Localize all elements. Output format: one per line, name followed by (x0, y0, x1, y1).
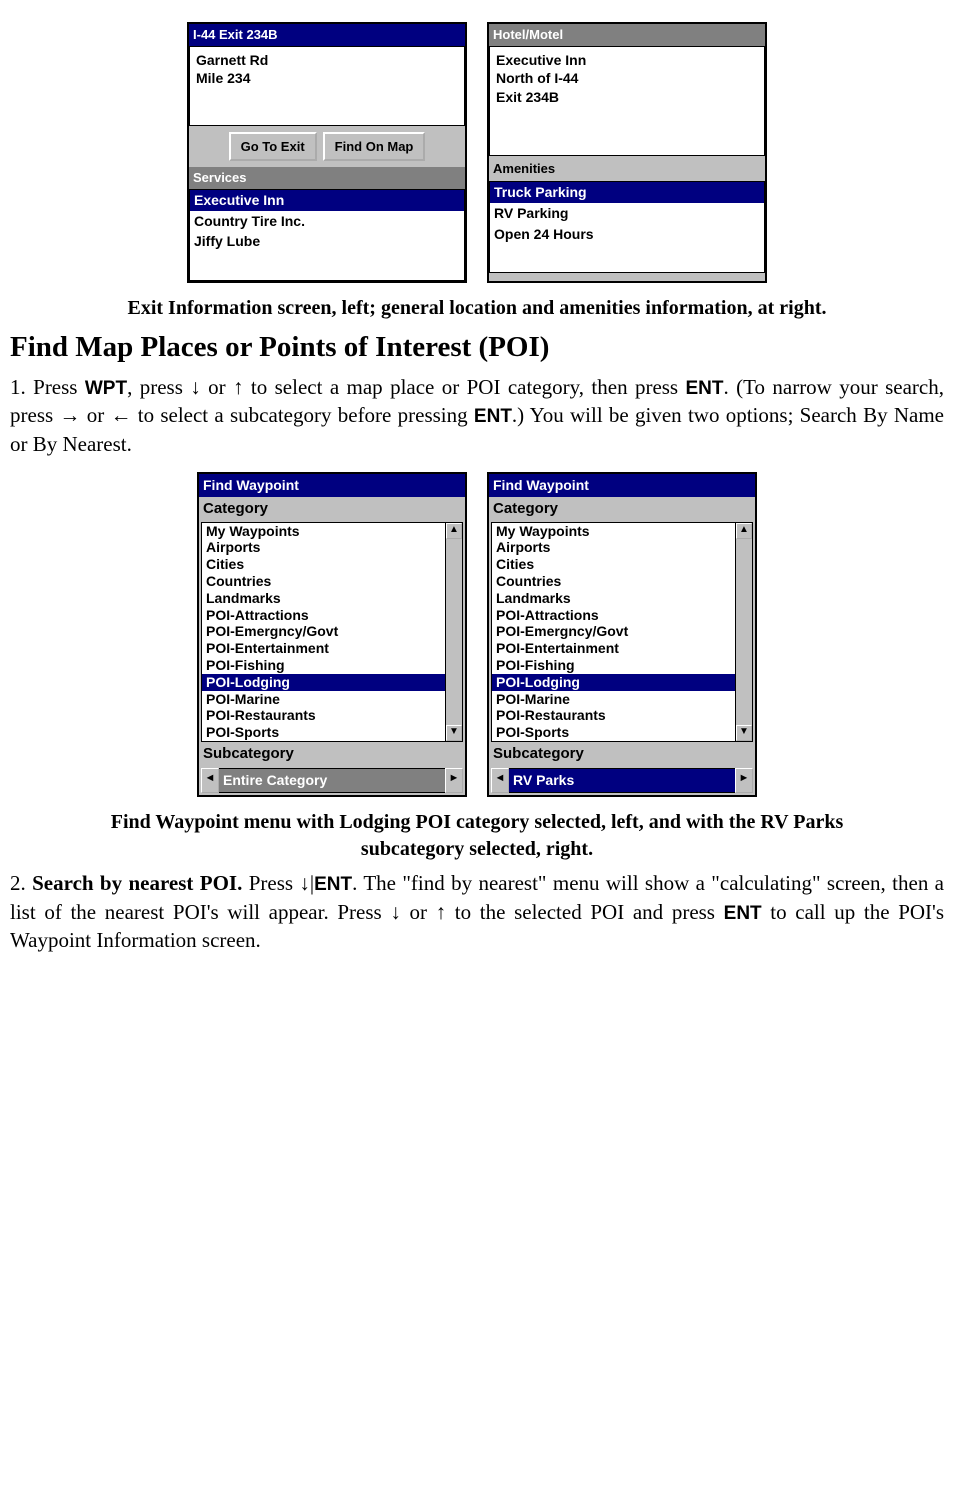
category-item[interactable]: My Waypoints (202, 523, 445, 540)
find-waypoint-screenshots: Find Waypoint Category My WaypointsAirpo… (10, 472, 944, 797)
section-heading: Find Map Places or Points of Interest (P… (10, 328, 944, 367)
key-ent: ENT (314, 874, 352, 895)
list-item[interactable]: Open 24 Hours (490, 224, 764, 245)
category-list[interactable]: My WaypointsAirportsCitiesCountriesLandm… (201, 522, 463, 742)
bold-phrase: Search by nearest POI. (32, 871, 242, 895)
category-item[interactable]: POI-Sports (202, 724, 445, 741)
hotel-info-box: Executive Inn North of I-44 Exit 234B (489, 46, 765, 156)
arrow-right-icon[interactable]: ► (735, 768, 753, 793)
category-label: Category (489, 497, 755, 521)
subcategory-selector[interactable]: ◄ RV Parks ► (491, 768, 753, 793)
scroll-up-icon[interactable]: ▲ (736, 523, 752, 539)
key-ent: ENT (724, 903, 762, 924)
services-list[interactable]: Executive Inn Country Tire Inc. Jiffy Lu… (189, 189, 465, 281)
panel-title: Find Waypoint (489, 474, 755, 497)
scroll-down-icon[interactable]: ▼ (736, 725, 752, 741)
category-item[interactable]: POI-Marine (202, 691, 445, 708)
category-item[interactable]: POI-Fishing (202, 657, 445, 674)
category-list[interactable]: My WaypointsAirportsCitiesCountriesLandm… (491, 522, 753, 742)
panel-title: I-44 Exit 234B (189, 24, 465, 46)
scroll-up-icon[interactable]: ▲ (446, 523, 462, 539)
button-row: Go To Exit Find On Map (189, 126, 465, 168)
category-item[interactable]: POI-Restaurants (492, 707, 735, 724)
scrollbar[interactable]: ▲ ▼ (445, 523, 462, 741)
list-item[interactable]: Truck Parking (490, 182, 764, 203)
key-wpt: WPT (85, 378, 127, 399)
key-ent: ENT (686, 378, 724, 399)
find-waypoint-right-panel: Find Waypoint Category My WaypointsAirpo… (487, 472, 757, 797)
category-items: My WaypointsAirportsCitiesCountriesLandm… (202, 523, 445, 741)
category-item[interactable]: Landmarks (492, 590, 735, 607)
category-item[interactable]: Airports (202, 539, 445, 556)
panel-title: Find Waypoint (199, 474, 465, 497)
find-waypoint-left-panel: Find Waypoint Category My WaypointsAirpo… (197, 472, 467, 797)
amenities-list[interactable]: Truck Parking RV Parking Open 24 Hours (489, 181, 765, 273)
category-item[interactable]: Cities (492, 556, 735, 573)
arrow-right-icon[interactable]: ► (445, 768, 463, 793)
category-item[interactable]: POI-Restaurants (202, 707, 445, 724)
category-item[interactable]: Airports (492, 539, 735, 556)
info-line: Mile 234 (196, 69, 458, 88)
subcategory-value: Entire Category (219, 768, 445, 793)
amenities-header: Amenities (489, 156, 765, 182)
go-to-exit-button[interactable]: Go To Exit (229, 132, 317, 162)
list-item[interactable]: Country Tire Inc. (190, 211, 464, 232)
category-item[interactable]: POI-Lodging (202, 674, 445, 691)
category-item[interactable]: POI-Entertainment (492, 640, 735, 657)
paragraph-2: 2. Search by nearest POI. Press ↓|ENT. T… (10, 869, 944, 955)
list-item[interactable]: RV Parking (490, 203, 764, 224)
exit-info-box: Garnett Rd Mile 234 (189, 46, 465, 126)
scrollbar[interactable]: ▲ ▼ (735, 523, 752, 741)
category-label: Category (199, 497, 465, 521)
category-item[interactable]: POI-Fishing (492, 657, 735, 674)
scroll-down-icon[interactable]: ▼ (446, 725, 462, 741)
category-item[interactable]: POI-Emergncy/Govt (492, 623, 735, 640)
subcategory-value: RV Parks (509, 768, 735, 793)
category-item[interactable]: POI-Entertainment (202, 640, 445, 657)
category-item[interactable]: Cities (202, 556, 445, 573)
category-item[interactable]: POI-Attractions (202, 607, 445, 624)
panel-title: Hotel/Motel (489, 24, 765, 46)
services-header: Services (189, 167, 465, 189)
category-item[interactable]: POI-Attractions (492, 607, 735, 624)
key-ent: ENT (474, 406, 512, 427)
category-item[interactable]: My Waypoints (492, 523, 735, 540)
arrow-left-icon[interactable]: ◄ (491, 768, 509, 793)
category-item[interactable]: Landmarks (202, 590, 445, 607)
category-item[interactable]: Countries (492, 573, 735, 590)
info-line: Executive Inn (496, 51, 758, 70)
category-item[interactable]: POI-Marine (492, 691, 735, 708)
caption-2: Find Waypoint menu with Lodging POI cate… (70, 809, 884, 863)
hotel-motel-panel: Hotel/Motel Executive Inn North of I-44 … (487, 22, 767, 283)
category-item[interactable]: Countries (202, 573, 445, 590)
info-line: Exit 234B (496, 88, 758, 107)
exit-info-left-panel: I-44 Exit 234B Garnett Rd Mile 234 Go To… (187, 22, 467, 283)
arrow-left-icon[interactable]: ◄ (201, 768, 219, 793)
subcategory-selector[interactable]: ◄ Entire Category ► (201, 768, 463, 793)
caption-1: Exit Information screen, left; general l… (70, 295, 884, 322)
category-item[interactable]: POI-Sports (492, 724, 735, 741)
category-item[interactable]: POI-Lodging (492, 674, 735, 691)
exit-info-screenshots: I-44 Exit 234B Garnett Rd Mile 234 Go To… (10, 22, 944, 283)
subcategory-label: Subcategory (199, 742, 465, 766)
list-item[interactable]: Executive Inn (190, 190, 464, 211)
list-item[interactable]: Jiffy Lube (190, 231, 464, 252)
find-on-map-button[interactable]: Find On Map (323, 132, 426, 162)
category-items: My WaypointsAirportsCitiesCountriesLandm… (492, 523, 735, 741)
category-item[interactable]: POI-Emergncy/Govt (202, 623, 445, 640)
paragraph-1: 1. Press WPT, press ↓ or ↑ to select a m… (10, 373, 944, 459)
info-line: Garnett Rd (196, 51, 458, 70)
info-line: North of I-44 (496, 69, 758, 88)
subcategory-label: Subcategory (489, 742, 755, 766)
